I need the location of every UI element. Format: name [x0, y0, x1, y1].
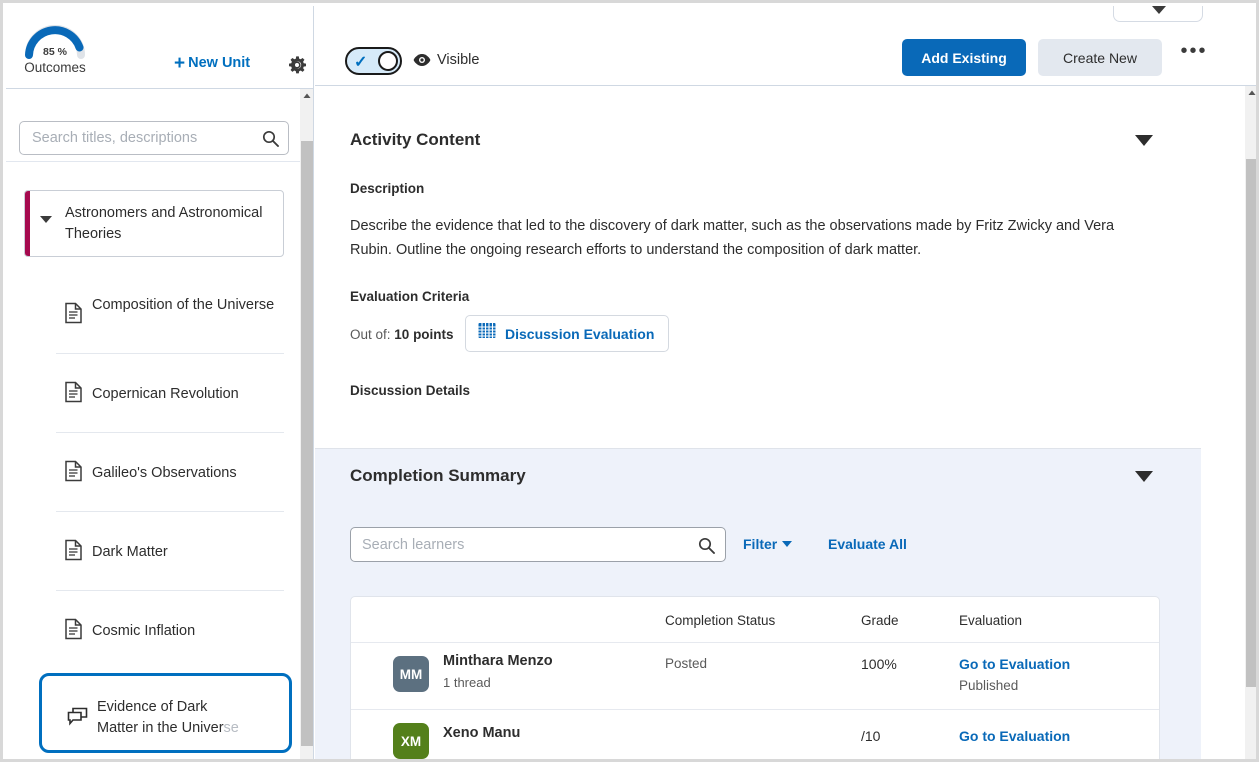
learner-name: Minthara Menzo: [443, 653, 553, 669]
sidebar-item-label: Dark Matter: [92, 544, 168, 560]
main-scrollbar[interactable]: [1245, 86, 1256, 759]
description-text: Describe the evidence that led to the di…: [350, 218, 1115, 258]
sidebar-item-copernican-revolution[interactable]: Copernican Revolution: [56, 354, 284, 433]
outcomes-gauge: 85 % Outcomes: [19, 17, 91, 75]
search-icon[interactable]: [698, 537, 715, 554]
chevron-down-icon: [1152, 6, 1166, 14]
discussion-icon: [67, 707, 89, 726]
main-scroll-content: Activity Content Description Describe th…: [315, 86, 1256, 759]
collapse-panel-button[interactable]: [1113, 6, 1203, 22]
sidebar-item-evidence-of-dark-matter-selected[interactable]: Evidence of Dark Matter in the Universe: [39, 673, 292, 753]
sidebar-item-label: Galileo's Observations: [92, 465, 237, 481]
description-label: Description: [350, 181, 425, 196]
sidebar-header: 85 % Outcomes + New Unit: [6, 6, 313, 89]
content-tree: Astronomers and Astronomical Theories Co…: [6, 162, 313, 759]
document-icon: [64, 618, 83, 640]
new-unit-button[interactable]: + New Unit: [174, 53, 250, 75]
outcomes-percent: 85 %: [43, 46, 67, 58]
activity-content-section: Activity Content Description Describe th…: [315, 90, 1201, 449]
evaluation-state: Published: [959, 678, 1019, 693]
toggle-knob: [378, 51, 398, 71]
sidebar-item-galileos-observations[interactable]: Galileo's Observations: [56, 433, 284, 512]
learner-thread-count: 1 thread: [443, 675, 491, 690]
search-input[interactable]: [32, 122, 252, 154]
sidebar-item-label: Composition of the Universe: [92, 297, 275, 313]
caret-down-icon[interactable]: [1135, 471, 1153, 482]
section-title-activity-content: Activity Content: [350, 130, 481, 149]
sidebar-item-cosmic-inflation[interactable]: Cosmic Inflation: [56, 591, 284, 670]
table-row: XM Xeno Manu /10 Go to Evaluation: [351, 710, 1159, 759]
learner-table: Completion Status Grade Evaluation MM Mi…: [350, 596, 1160, 759]
column-header-completion-status: Completion Status: [665, 613, 776, 628]
completion-status-value: Posted: [665, 656, 708, 671]
eye-icon: [413, 53, 431, 67]
avatar: XM: [393, 723, 429, 759]
section-title-completion-summary: Completion Summary: [350, 466, 526, 485]
visibility-toggle[interactable]: ✓: [345, 47, 402, 75]
sidebar: 85 % Outcomes + New Unit Search titles, …: [6, 6, 314, 759]
sidebar-item-label: Evidence of Dark Matter in the Universe: [97, 699, 239, 737]
unit-accent-bar: [25, 191, 30, 256]
add-existing-button[interactable]: Add Existing: [902, 39, 1026, 76]
grade-value: 100%: [861, 656, 897, 672]
sidebar-scrollbar[interactable]: [300, 89, 313, 759]
go-to-evaluation-link[interactable]: Go to Evaluation: [959, 728, 1070, 744]
chevron-down-icon: [782, 541, 793, 547]
plus-icon: +: [174, 53, 186, 74]
document-icon: [64, 381, 83, 403]
grid-icon: [478, 322, 496, 345]
filter-button[interactable]: Filter: [743, 536, 793, 552]
tree-unit-label: Astronomers and Astronomical Theories: [65, 205, 263, 243]
outcomes-label: Outcomes: [24, 60, 86, 75]
document-icon: [64, 539, 83, 561]
column-header-evaluation: Evaluation: [959, 613, 1023, 628]
table-header-row: Completion Status Grade Evaluation: [351, 597, 1159, 643]
gear-icon[interactable]: [287, 55, 307, 75]
sidebar-item-label: Cosmic Inflation: [92, 623, 196, 639]
more-options-button[interactable]: •••: [1177, 41, 1211, 71]
go-to-evaluation-link[interactable]: Go to Evaluation: [959, 656, 1070, 672]
evaluate-all-button[interactable]: Evaluate All: [828, 536, 907, 552]
learner-name: Xeno Manu: [443, 725, 521, 741]
app-window: 85 % Outcomes + New Unit Search titles, …: [0, 0, 1259, 762]
discussion-details-label: Discussion Details: [350, 383, 471, 398]
new-unit-label: New Unit: [188, 55, 251, 71]
table-row: MM Minthara Menzo 1 thread Posted 100% G…: [351, 643, 1159, 710]
scroll-up-arrow-icon[interactable]: [300, 89, 313, 103]
create-new-button[interactable]: Create New: [1038, 39, 1162, 76]
sidebar-scrollbar-thumb[interactable]: [301, 141, 313, 746]
scroll-up-arrow-icon[interactable]: [1245, 86, 1256, 100]
search-input-wrapper[interactable]: [19, 121, 289, 155]
sidebar-item-label: Copernican Revolution: [92, 386, 239, 402]
main-toolbar: ✓ Visible Add Existing Create New •••: [315, 6, 1256, 86]
check-icon: ✓: [354, 54, 368, 71]
caret-down-icon[interactable]: [1135, 135, 1153, 146]
column-header-grade: Grade: [861, 613, 899, 628]
out-of-points: Out of: 10 points: [350, 327, 454, 342]
sidebar-item-composition-of-the-universe[interactable]: Composition of the Universe: [56, 275, 284, 354]
main-scrollbar-thumb[interactable]: [1246, 159, 1256, 687]
learner-search-wrapper[interactable]: [350, 527, 726, 562]
document-icon: [64, 302, 83, 324]
evaluation-criteria-label: Evaluation Criteria: [350, 289, 470, 304]
sidebar-item-dark-matter[interactable]: Dark Matter: [56, 512, 284, 591]
search-icon[interactable]: [262, 130, 279, 147]
discussion-evaluation-label: Discussion Evaluation: [505, 325, 655, 342]
document-icon: [64, 460, 83, 482]
discussion-evaluation-button[interactable]: Discussion Evaluation: [465, 315, 670, 352]
visibility-label: Visible: [437, 52, 480, 68]
caret-down-icon[interactable]: [40, 216, 52, 223]
grade-value: /10: [861, 728, 881, 744]
main-panel: ✓ Visible Add Existing Create New ••• Ac…: [315, 6, 1256, 759]
avatar: MM: [393, 656, 429, 692]
sidebar-search-area: [6, 89, 313, 162]
tree-unit-astronomers[interactable]: Astronomers and Astronomical Theories: [24, 190, 284, 257]
learner-search-input[interactable]: [362, 528, 682, 561]
